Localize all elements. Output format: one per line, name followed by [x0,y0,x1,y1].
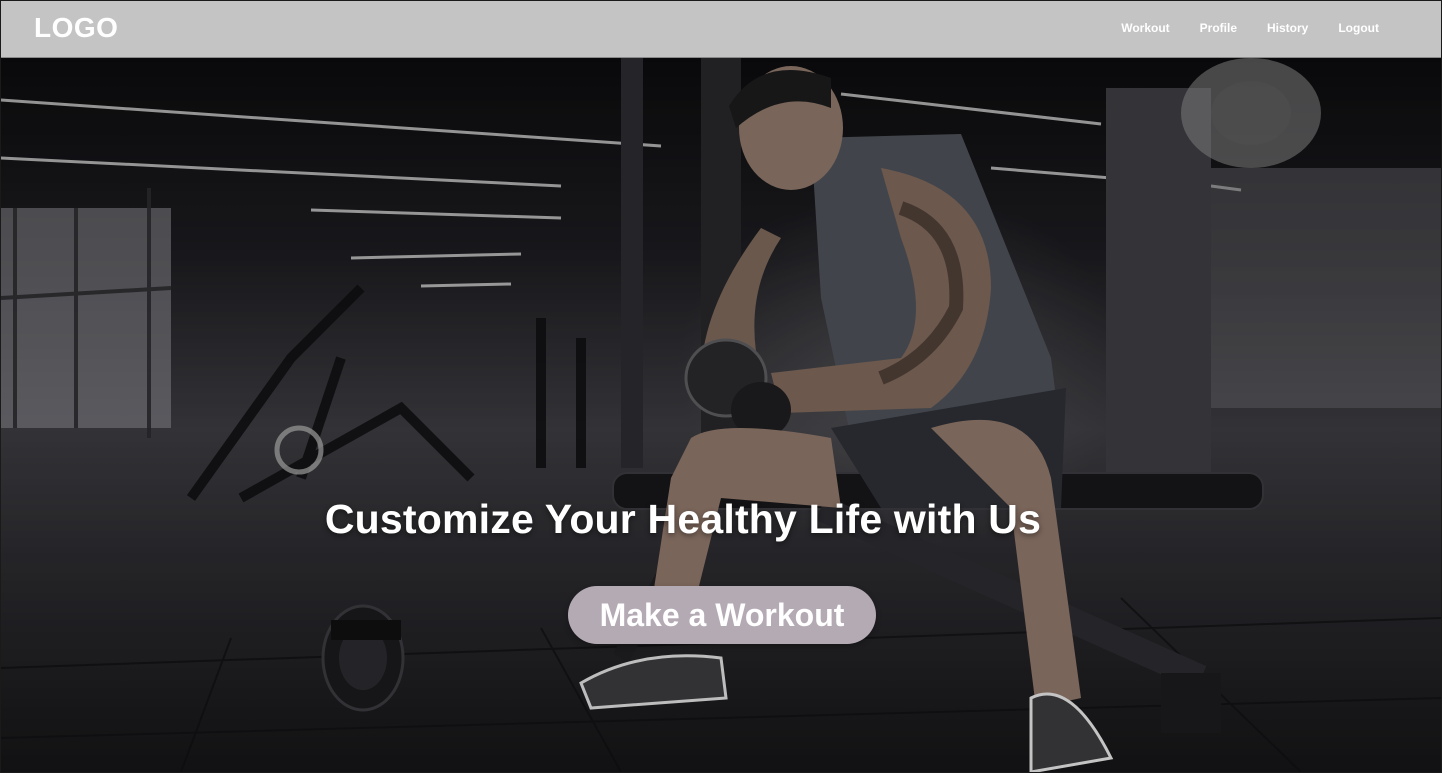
nav-link-workout[interactable]: Workout [1121,21,1169,35]
nav-link-history[interactable]: History [1267,21,1308,35]
nav-links: Workout Profile History Logout [1121,21,1379,35]
nav-link-logout[interactable]: Logout [1338,21,1379,35]
nav-link-profile[interactable]: Profile [1200,21,1237,35]
hero-overlay [1,58,1441,772]
logo[interactable]: LOGO [34,12,118,44]
hero-title: Customize Your Healthy Life with Us [324,496,1042,542]
hero-section: Customize Your Healthy Life with Us Make… [1,58,1441,772]
make-workout-button[interactable]: Make a Workout [568,586,876,644]
navbar: LOGO Workout Profile History Logout [1,1,1441,58]
page-frame: LOGO Workout Profile History Logout Cust… [0,0,1442,773]
